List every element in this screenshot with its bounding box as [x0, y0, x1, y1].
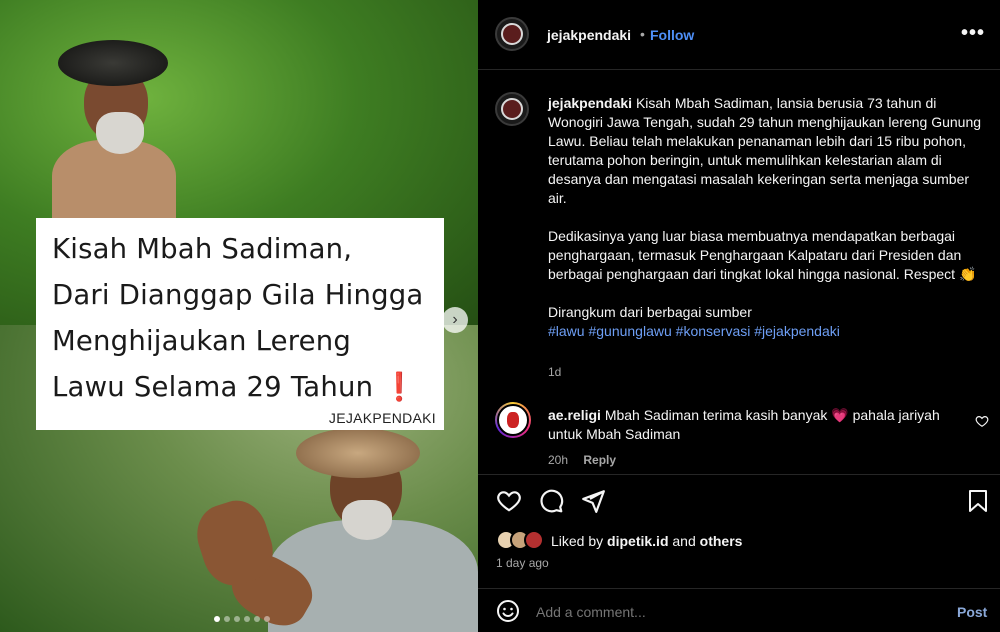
carousel-dot [254, 616, 260, 622]
post-caption: jejakpendaki Kisah Mbah Sadiman, lansia … [548, 94, 990, 341]
caption-paragraph: jejakpendaki Kisah Mbah Sadiman, lansia … [548, 94, 990, 208]
man-hat-2 [296, 428, 420, 478]
post-header: jejakpendaki • Follow ••• [478, 0, 1000, 70]
liked-by-avatars[interactable] [496, 530, 544, 550]
comment-bubble-icon[interactable] [538, 488, 564, 514]
emoji-icon[interactable] [496, 599, 520, 623]
caption-line: Kisah Mbah Sadiman, [52, 233, 353, 265]
more-options-icon[interactable]: ••• [961, 22, 985, 45]
comment-meta: 20h Reply [548, 453, 616, 467]
caption-line: Menghijaukan Lereng [52, 325, 352, 357]
caption-line: Lawu Selama 29 Tahun ❗ [52, 364, 434, 410]
post-panel: jejakpendaki • Follow ••• jejakpendaki K… [478, 0, 1000, 632]
media-caption-box: Kisah Mbah Sadiman, Dari Dianggap Gila H… [36, 218, 444, 430]
post-time: 1d [548, 365, 562, 379]
caption-username[interactable]: jejakpendaki [548, 95, 632, 111]
liked-by-and: and [672, 533, 696, 549]
comment-heart-icon[interactable] [975, 414, 989, 428]
caption-paragraph: Dedikasinya yang luar biasa membuatnya m… [548, 228, 977, 282]
next-slide-button[interactable]: › [442, 307, 468, 333]
caption-line: Dari Dianggap Gila Hingga [52, 279, 424, 311]
carousel-dots [214, 616, 270, 622]
media-credit: JEJAKPENDAKI [328, 410, 436, 426]
carousel-dot [264, 616, 270, 622]
brand-logo-icon [501, 98, 523, 120]
exclamation-icon: ❗ [382, 371, 417, 403]
liked-by-user[interactable]: dipetik.id [607, 533, 668, 549]
commenter-username[interactable]: ae.religi [548, 407, 601, 423]
carousel-dot [214, 616, 220, 622]
reply-button[interactable]: Reply [583, 453, 616, 467]
media-caption: Kisah Mbah Sadiman, Dari Dianggap Gila H… [52, 226, 434, 410]
caption-text: Kisah Mbah Sadiman, lansia berusia 73 ta… [548, 95, 982, 206]
share-send-icon[interactable] [580, 488, 606, 514]
caption-source: Dirangkum dari berbagai sumber [548, 304, 752, 320]
post-comment-button[interactable]: Post [957, 604, 987, 620]
commenter-avatar[interactable] [495, 402, 531, 438]
carousel-dot [224, 616, 230, 622]
liked-by-prefix: Liked by [551, 533, 604, 549]
caption-hashtags[interactable]: #lawu #gununglawu #konservasi #jejakpend… [548, 322, 990, 341]
separator-dot: • [640, 26, 645, 42]
caption-line-text: Lawu Selama 29 Tahun [52, 371, 374, 403]
post-date: 1 day ago [496, 556, 549, 570]
author-username[interactable]: jejakpendaki [547, 27, 631, 43]
comment-time: 20h [548, 453, 569, 467]
man-beard-2 [342, 500, 392, 540]
comment-body: Mbah Sadiman terima kasih banyak 💗 pahal… [548, 407, 940, 442]
liker-avatar [524, 530, 544, 550]
brand-logo-icon [501, 23, 523, 45]
man-hat [58, 40, 168, 86]
caption-author-avatar[interactable] [495, 92, 529, 126]
man-beard [96, 112, 144, 154]
like-heart-icon[interactable] [496, 488, 522, 514]
comment-input[interactable] [536, 604, 936, 620]
save-bookmark-icon[interactable] [966, 488, 990, 514]
liked-by-others[interactable]: others [700, 533, 743, 549]
carousel-dot [234, 616, 240, 622]
post-media[interactable]: Kisah Mbah Sadiman, Dari Dianggap Gila H… [0, 0, 478, 632]
liked-by-text: Liked by dipetik.id and others [551, 533, 742, 549]
follow-button[interactable]: Follow [650, 27, 694, 43]
carousel-dot [244, 616, 250, 622]
author-avatar[interactable] [495, 17, 529, 51]
comment: ae.religi Mbah Sadiman terima kasih bany… [548, 406, 948, 444]
